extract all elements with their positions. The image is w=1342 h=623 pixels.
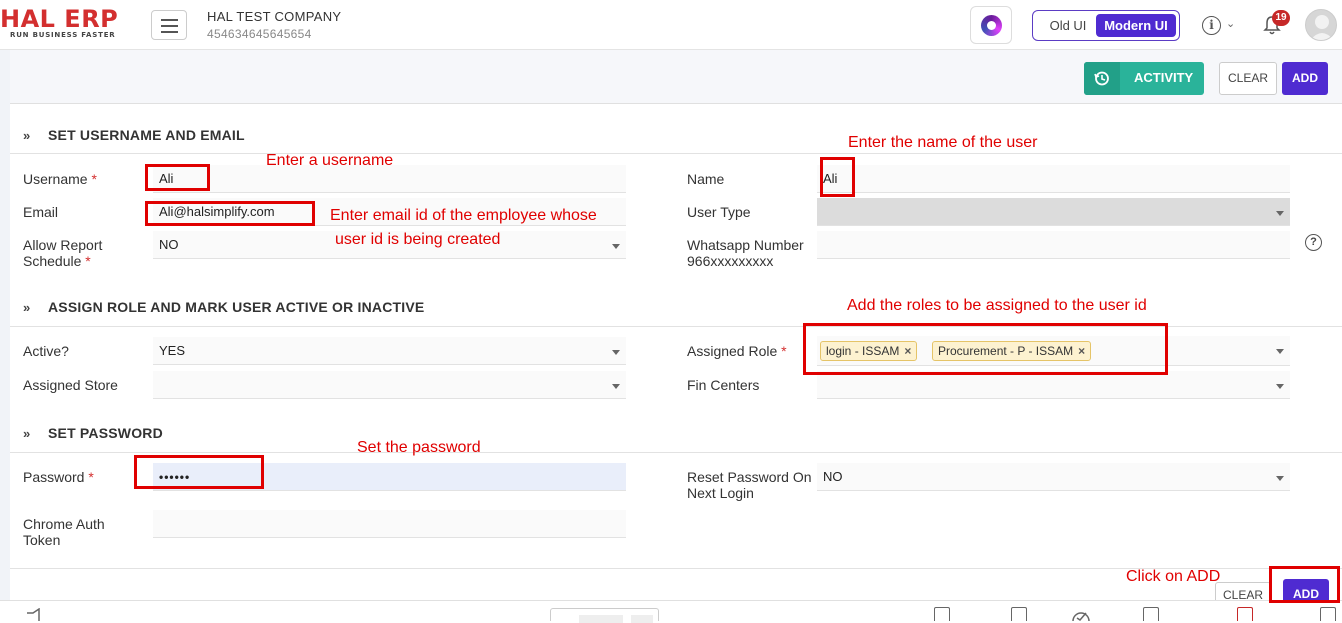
history-icon bbox=[1084, 62, 1120, 95]
chrome-auth-token-label: Chrome Auth Token bbox=[23, 516, 105, 548]
hamburger-icon bbox=[161, 19, 178, 21]
chevron-down-icon[interactable]: ⌄ bbox=[1226, 17, 1235, 30]
highlight-username bbox=[145, 164, 210, 191]
old-ui-button[interactable]: Old UI bbox=[1039, 16, 1097, 36]
active-label: Active? bbox=[23, 343, 69, 359]
annotation-add: Click on ADD bbox=[1126, 568, 1221, 585]
activity-label: ACTIVITY bbox=[1134, 70, 1194, 85]
section-role-label: ASSIGN ROLE AND MARK USER ACTIVE OR INAC… bbox=[48, 299, 425, 315]
user-type-label: User Type bbox=[687, 204, 751, 220]
annotation-roles: Add the roles to be assigned to the user… bbox=[847, 297, 1147, 314]
highlight-roles bbox=[803, 323, 1168, 375]
active-select[interactable]: YES bbox=[153, 337, 626, 365]
highlight-add bbox=[1269, 566, 1340, 603]
fin-centers-label: Fin Centers bbox=[687, 377, 760, 393]
megaphone-icon[interactable] bbox=[25, 608, 45, 621]
name-input[interactable]: Ali bbox=[817, 165, 1290, 193]
assigned-store-select[interactable] bbox=[153, 371, 626, 399]
username-label: Username * bbox=[23, 171, 97, 187]
chrome-auth-token-input[interactable] bbox=[153, 510, 626, 538]
assigned-store-label: Assigned Store bbox=[23, 377, 118, 393]
avatar[interactable] bbox=[1305, 9, 1337, 41]
section-user-label: SET USERNAME AND EMAIL bbox=[48, 127, 245, 143]
annotation-email-1: Enter email id of the employee whose bbox=[330, 207, 597, 224]
whatsapp-label: Whatsapp Number 966xxxxxxxxx bbox=[687, 237, 804, 269]
section-password-label: SET PASSWORD bbox=[48, 425, 163, 441]
highlight-password bbox=[134, 455, 264, 489]
menu-toggle-button[interactable] bbox=[151, 10, 187, 40]
divider bbox=[10, 452, 1342, 453]
reset-password-label: Reset Password On Next Login bbox=[687, 469, 812, 501]
company-id: 454634645645654 bbox=[207, 27, 312, 41]
ring-logo-icon bbox=[981, 15, 1002, 36]
pager[interactable] bbox=[550, 608, 659, 623]
name-label: Name bbox=[687, 171, 725, 187]
section-title-password[interactable]: » SET PASSWORD bbox=[23, 425, 163, 441]
assigned-role-label: Assigned Role * bbox=[687, 343, 787, 359]
section-title-user[interactable]: » SET USERNAME AND EMAIL bbox=[23, 127, 245, 143]
fin-centers-select[interactable] bbox=[817, 371, 1290, 399]
bottom-bar bbox=[0, 600, 1342, 621]
double-chevron-icon: » bbox=[23, 300, 31, 315]
double-chevron-icon: » bbox=[23, 426, 31, 441]
add-button[interactable]: ADD bbox=[1282, 62, 1328, 95]
annotation-name: Enter the name of the user bbox=[848, 134, 1038, 151]
left-gutter bbox=[0, 50, 10, 600]
top-bar: HAL ERP RUN BUSINESS FASTER HAL TEST COM… bbox=[0, 0, 1342, 50]
section-title-role[interactable]: » ASSIGN ROLE AND MARK USER ACTIVE OR INA… bbox=[23, 299, 424, 315]
user-type-select[interactable] bbox=[817, 198, 1290, 226]
calculator-icon[interactable] bbox=[934, 607, 950, 621]
annotation-password: Set the password bbox=[357, 439, 481, 456]
clear-button[interactable]: CLEAR bbox=[1219, 62, 1277, 95]
divider bbox=[10, 153, 1342, 154]
check-circle-icon[interactable] bbox=[1071, 607, 1091, 621]
logo-text: HAL ERP bbox=[0, 5, 119, 33]
activity-button[interactable]: ACTIVITY bbox=[1084, 62, 1204, 95]
logo-tagline: RUN BUSINESS FASTER bbox=[10, 31, 116, 39]
highlight-name bbox=[820, 157, 855, 197]
logo[interactable]: HAL ERP RUN BUSINESS FASTER bbox=[0, 6, 125, 39]
notification-badge: 19 bbox=[1272, 10, 1290, 26]
help-document-icon[interactable] bbox=[1320, 607, 1336, 621]
modern-ui-button[interactable]: Modern UI bbox=[1096, 14, 1176, 37]
notes-icon[interactable] bbox=[1011, 607, 1027, 621]
app-launcher-button[interactable] bbox=[970, 6, 1012, 44]
document-icon[interactable] bbox=[1237, 607, 1253, 621]
help-icon[interactable]: ? bbox=[1305, 234, 1322, 251]
whatsapp-input[interactable] bbox=[817, 231, 1290, 259]
password-label: Password * bbox=[23, 469, 94, 485]
annotation-username: Enter a username bbox=[266, 152, 394, 169]
email-label: Email bbox=[23, 204, 59, 220]
user-silhouette-icon bbox=[1310, 15, 1334, 40]
company-name: HAL TEST COMPANY bbox=[207, 9, 342, 24]
company-info: HAL TEST COMPANY 454634645645654 bbox=[207, 9, 341, 41]
double-chevron-icon: » bbox=[23, 128, 31, 143]
ui-switcher: Old UI Modern UI bbox=[1032, 10, 1180, 41]
info-icon[interactable]: i bbox=[1202, 16, 1221, 35]
calendar-icon[interactable] bbox=[1143, 607, 1159, 621]
allow-report-schedule-label: Allow Report Schedule * bbox=[23, 237, 103, 269]
highlight-email bbox=[145, 201, 315, 226]
reset-password-select[interactable]: NO bbox=[817, 463, 1290, 491]
annotation-email-2: user id is being created bbox=[335, 231, 501, 248]
